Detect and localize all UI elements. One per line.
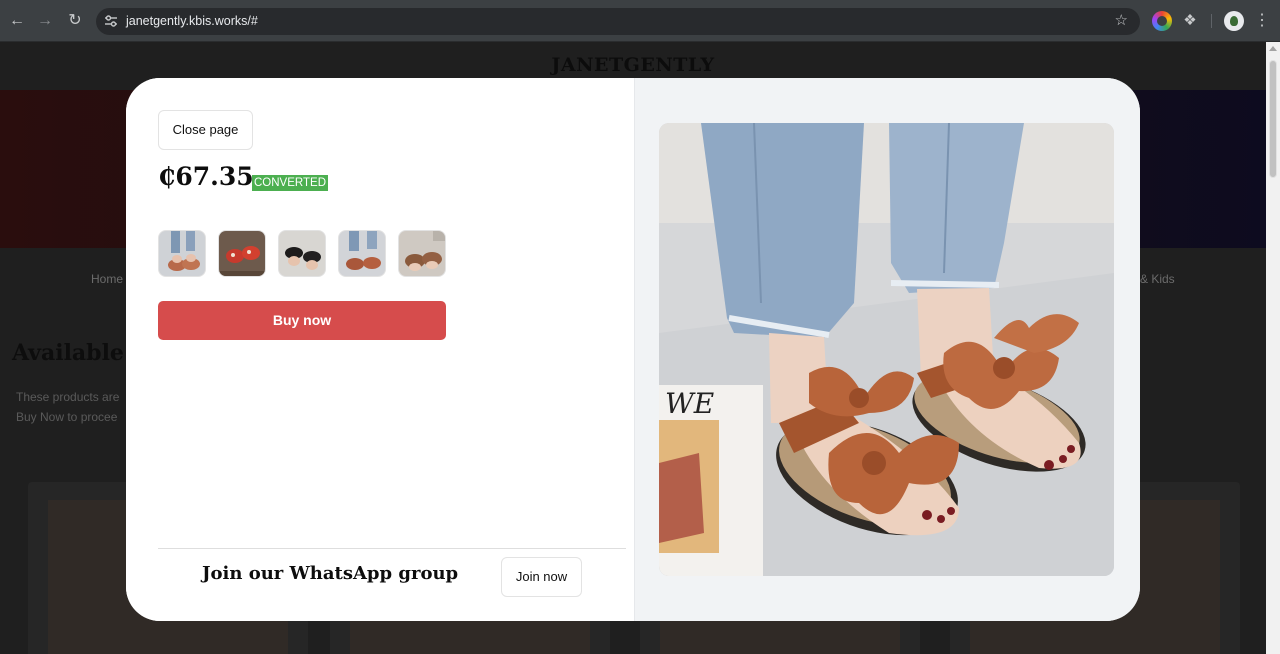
- converted-badge: CONVERTED: [252, 175, 328, 191]
- thumb-sandal-brown-3[interactable]: [398, 230, 446, 277]
- join-now-button[interactable]: Join now: [501, 557, 582, 597]
- thumb-sandal-brown-1[interactable]: [158, 230, 206, 277]
- product-image-bow-sandals: WE: [659, 123, 1114, 576]
- extensions-puzzle-icon[interactable]: ❖: [1180, 11, 1200, 31]
- svg-text:WE: WE: [665, 387, 714, 420]
- scroll-up-arrow[interactable]: [1269, 46, 1277, 51]
- product-price: ₵67.35: [158, 162, 254, 191]
- color-extension-icon[interactable]: [1152, 11, 1172, 31]
- toolbar-separator: [1211, 14, 1212, 28]
- profile-avatar[interactable]: [1224, 11, 1244, 31]
- page-scrollbar[interactable]: [1266, 42, 1280, 654]
- section-text-line1: These products are: [16, 390, 120, 404]
- url-text[interactable]: janetgently.kbis.works/#: [126, 14, 258, 28]
- scrollbar-thumb[interactable]: [1269, 60, 1277, 178]
- thumb-sandal-black[interactable]: [278, 230, 326, 277]
- thumb-sandal-red[interactable]: [218, 230, 266, 277]
- divider: [158, 548, 626, 549]
- modal-image-panel: WE: [634, 78, 1140, 621]
- forward-icon[interactable]: →: [33, 9, 57, 33]
- section-text-line2: Buy Now to procee: [16, 410, 118, 424]
- thumb-sandal-brown-2[interactable]: [338, 230, 386, 277]
- address-bar[interactable]: janetgently.kbis.works/# ☆: [96, 8, 1140, 35]
- site-brand: JANETGENTLY: [551, 54, 715, 76]
- buy-now-button[interactable]: Buy now: [158, 301, 446, 340]
- bookmark-star-icon[interactable]: ☆: [1115, 11, 1128, 29]
- close-page-button[interactable]: Close page: [158, 110, 253, 150]
- browser-toolbar: ← → ↻ janetgently.kbis.works/# ☆ ❖ ⋮: [0, 0, 1280, 42]
- reload-icon[interactable]: ↻: [63, 9, 87, 33]
- nav-kids[interactable]: & Kids: [1140, 272, 1175, 286]
- nav-home[interactable]: Home: [91, 272, 123, 286]
- product-modal: Close page ₵67.35 CONVERTED Buy now Join…: [126, 78, 1140, 621]
- back-icon[interactable]: ←: [5, 9, 29, 33]
- menu-kebab-icon[interactable]: ⋮: [1252, 11, 1272, 31]
- section-heading: Available: [12, 340, 124, 366]
- site-settings-icon[interactable]: [104, 14, 118, 28]
- modal-details-panel: Close page ₵67.35 CONVERTED Buy now Join…: [126, 78, 634, 621]
- whatsapp-promo-text: Join our WhatsApp group: [202, 563, 459, 584]
